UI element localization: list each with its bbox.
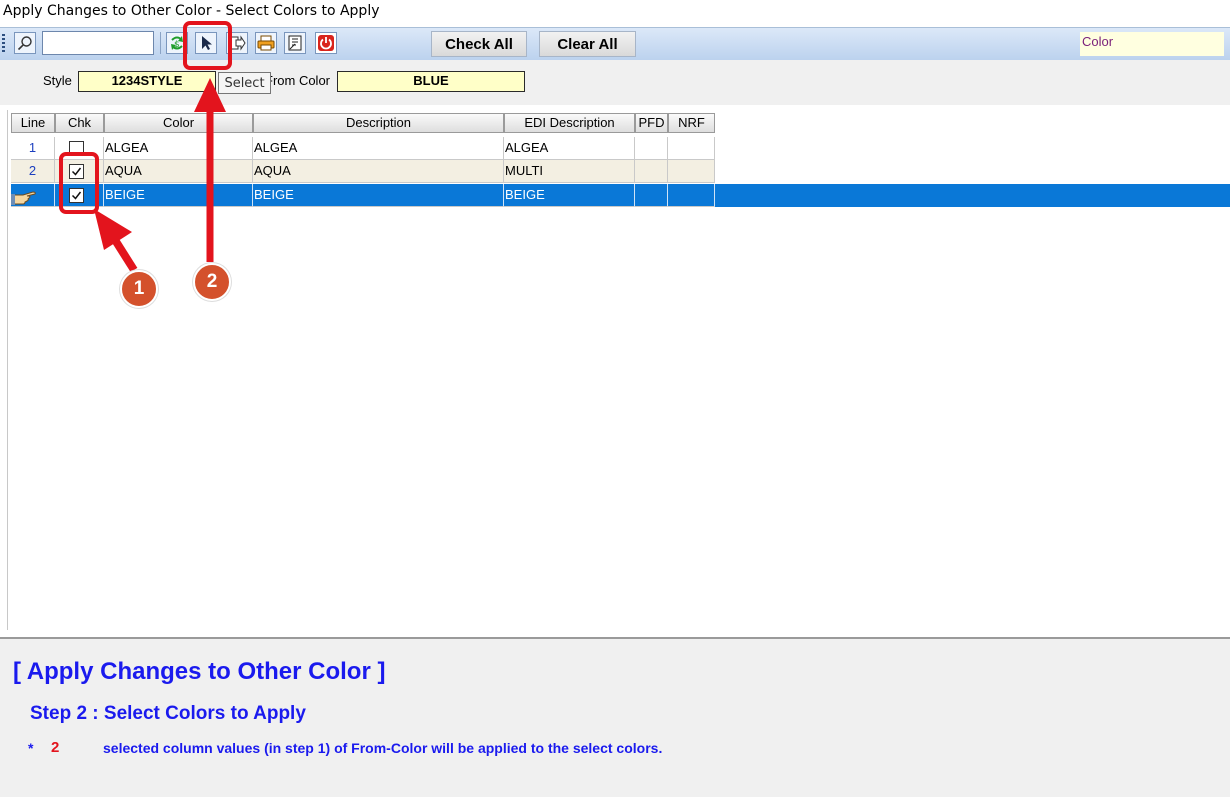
annotation-badge-1: 1: [120, 270, 158, 308]
annotation-arrowhead-1: [94, 209, 132, 250]
annotation-badge-2: 2: [193, 263, 231, 301]
annotation-arrows: [94, 78, 226, 273]
annotation-arrowhead-2: [194, 78, 226, 112]
